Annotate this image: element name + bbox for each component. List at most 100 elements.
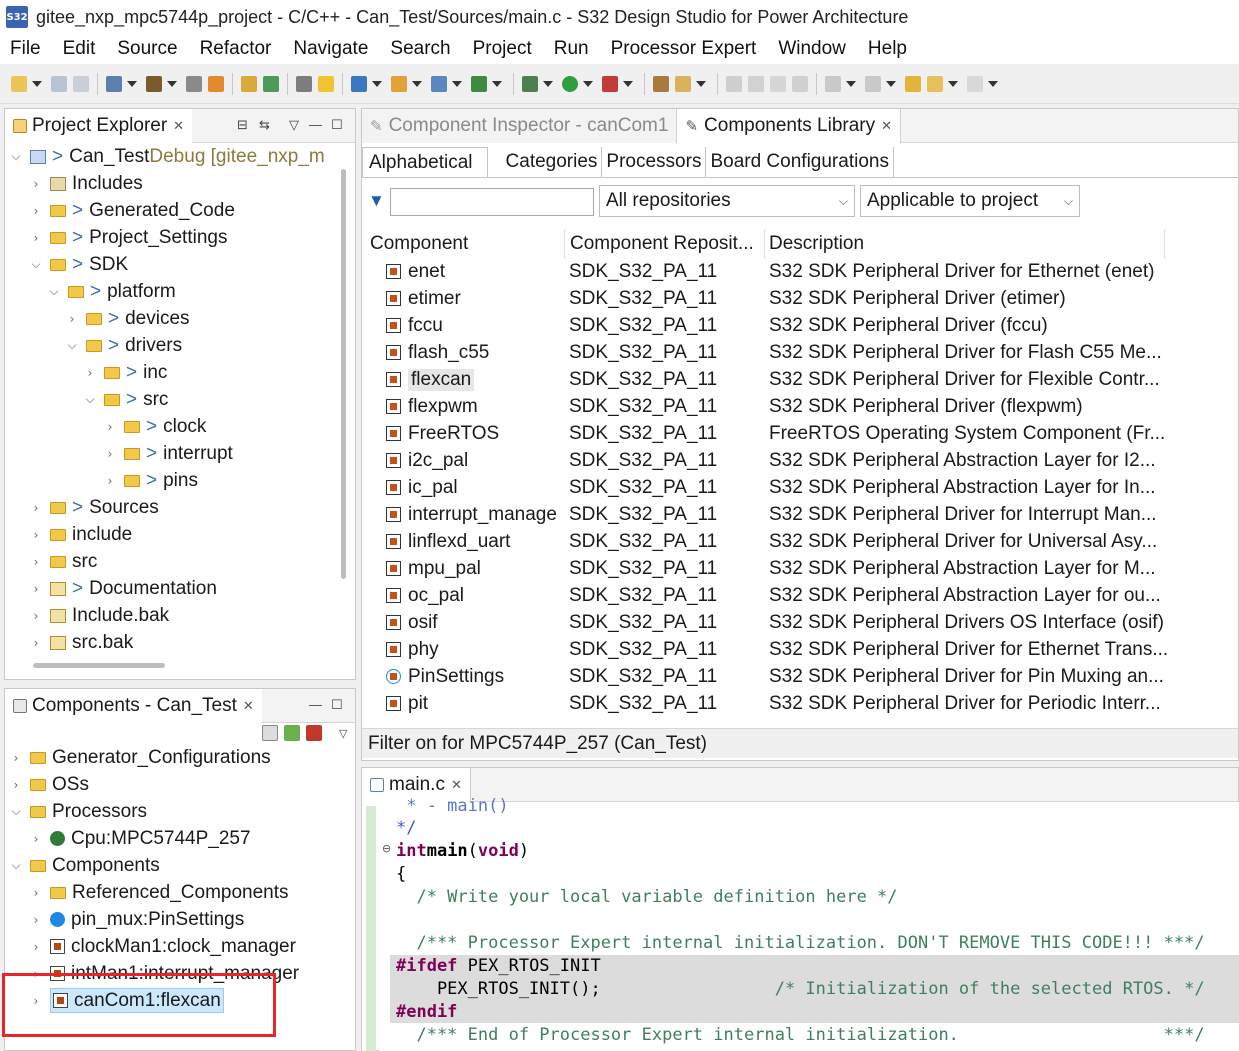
- export-icon[interactable]: [306, 725, 322, 741]
- lightning-icon[interactable]: [318, 75, 334, 92]
- menu-help[interactable]: Help: [868, 38, 907, 60]
- tree-item-src-drivers[interactable]: ⌵ > src: [84, 386, 168, 413]
- table-row[interactable]: fccu SDK_S32_PA_11 S32 SDK Peripheral Driv…: [366, 312, 1236, 339]
- chevron-right-icon[interactable]: ›: [104, 474, 116, 488]
- table-row[interactable]: osif SDK_S32_PA_11 S32 SDK Peripheral Driv…: [366, 609, 1236, 636]
- chevron-down-icon[interactable]: ⌵: [48, 284, 60, 299]
- tree-item-project-settings[interactable]: › > Project_Settings: [30, 224, 228, 251]
- maximize-icon[interactable]: ☐: [331, 117, 343, 133]
- menu-processor-expert[interactable]: Processor Expert: [611, 38, 757, 60]
- chevron-down-icon[interactable]: [988, 80, 998, 87]
- subtab-alphabetical[interactable]: Alphabetical: [362, 147, 488, 177]
- next-annotation-icon[interactable]: [825, 75, 841, 92]
- chevron-down-icon[interactable]: [492, 80, 502, 87]
- processor-expert-icon[interactable]: [653, 75, 669, 92]
- table-row[interactable]: i2c_pal SDK_S32_PA_11 S32 SDK Peripheral A…: [366, 447, 1236, 474]
- menu-run[interactable]: Run: [554, 38, 589, 60]
- table-row-selected[interactable]: flexcan SDK_S32_PA_11 S32 SDK Peripheral D…: [366, 366, 1236, 393]
- comp-item-processors[interactable]: ⌵ Processors: [10, 798, 147, 825]
- tree-item-sources[interactable]: › > Sources: [30, 494, 159, 521]
- new-folder-icon[interactable]: [391, 75, 407, 92]
- tree-item-includes[interactable]: › Includes: [30, 170, 143, 197]
- close-icon[interactable]: ✕: [881, 118, 892, 134]
- edit-icon[interactable]: [726, 75, 742, 92]
- debug-icon[interactable]: [522, 75, 538, 92]
- column-header-repository[interactable]: Component Reposit...: [570, 229, 765, 259]
- table-row[interactable]: enet SDK_S32_PA_11 S32 SDK Peripheral Driv…: [366, 258, 1236, 285]
- chevron-down-icon[interactable]: [846, 80, 856, 87]
- annotation-icon[interactable]: [748, 75, 764, 92]
- collapse-all-icon[interactable]: ⊟: [237, 117, 248, 133]
- chevron-down-icon[interactable]: [372, 80, 382, 87]
- chevron-right-icon[interactable]: ›: [30, 501, 42, 515]
- tree-item-inc[interactable]: › > inc: [84, 359, 168, 386]
- view-menu-icon[interactable]: ▽: [339, 727, 347, 740]
- chevron-down-icon[interactable]: [948, 80, 958, 87]
- column-header-description[interactable]: Description: [769, 229, 1165, 259]
- chevron-down-icon[interactable]: [543, 80, 553, 87]
- filter-input[interactable]: [390, 188, 594, 216]
- table-row[interactable]: pit SDK_S32_PA_11 S32 SDK Peripheral Drive…: [366, 690, 1236, 717]
- chevron-right-icon[interactable]: ›: [30, 528, 42, 542]
- tree-item-documentation[interactable]: › > Documentation: [30, 575, 217, 602]
- external-tools-icon[interactable]: [602, 75, 618, 92]
- table-row[interactable]: FreeRTOS SDK_S32_PA_11 FreeRTOS Operating …: [366, 420, 1236, 447]
- tab-project-explorer[interactable]: Project Explorer ✕: [5, 108, 193, 143]
- refresh-icon[interactable]: [471, 75, 487, 92]
- close-icon[interactable]: ✕: [451, 777, 462, 793]
- pen-icon[interactable]: [296, 75, 312, 92]
- tree-item-generated-code[interactable]: › > Generated_Code: [30, 197, 235, 224]
- horizontal-scrollbar[interactable]: [33, 663, 165, 668]
- chevron-right-icon[interactable]: ›: [30, 231, 42, 245]
- chevron-right-icon[interactable]: ›: [30, 609, 42, 623]
- generate-code-icon[interactable]: [675, 75, 691, 92]
- chevron-down-icon[interactable]: ⌵: [66, 338, 78, 353]
- open-element-icon[interactable]: [263, 75, 279, 92]
- paragraph-icon[interactable]: [792, 75, 808, 92]
- document-icon[interactable]: [770, 75, 786, 92]
- table-row[interactable]: flexpwm SDK_S32_PA_11 S32 SDK Peripheral D…: [366, 393, 1236, 420]
- subtab-board-configurations[interactable]: Board Configurations: [706, 147, 894, 177]
- tree-item-src[interactable]: › src: [30, 548, 98, 575]
- vertical-scrollbar[interactable]: [341, 169, 346, 579]
- table-row[interactable]: flash_c55 SDK_S32_PA_11 S32 SDK Peripheral…: [366, 339, 1236, 366]
- menu-search[interactable]: Search: [390, 38, 450, 60]
- tree-item-interrupt[interactable]: › > interrupt: [104, 440, 233, 467]
- comp-item-oss[interactable]: › OSs: [10, 771, 89, 798]
- subtab-categories[interactable]: Categories: [502, 147, 603, 177]
- chevron-right-icon[interactable]: ›: [30, 204, 42, 218]
- tree-item-pins[interactable]: › > pins: [104, 467, 198, 494]
- chevron-down-icon[interactable]: [127, 80, 137, 87]
- chevron-down-icon[interactable]: [452, 80, 462, 87]
- chevron-right-icon[interactable]: ›: [30, 913, 42, 927]
- table-row[interactable]: oc_pal SDK_S32_PA_11 S32 SDK Peripheral Ab…: [366, 582, 1236, 609]
- chevron-down-icon[interactable]: [32, 80, 42, 87]
- view-menu-icon[interactable]: ▽: [289, 117, 299, 133]
- chevron-down-icon[interactable]: [696, 80, 706, 87]
- new-file-icon[interactable]: [431, 75, 447, 92]
- table-row[interactable]: mpu_pal SDK_S32_PA_11 S32 SDK Peripheral A…: [366, 555, 1236, 582]
- chevron-down-icon[interactable]: ⌵: [30, 257, 42, 272]
- chevron-right-icon[interactable]: ›: [10, 751, 22, 765]
- collapse-icon[interactable]: [262, 725, 278, 741]
- tree-item-devices[interactable]: › > devices: [66, 305, 190, 332]
- build-all-icon[interactable]: [186, 75, 202, 92]
- chevron-right-icon[interactable]: ›: [30, 177, 42, 191]
- menu-file[interactable]: File: [10, 38, 41, 60]
- menu-window[interactable]: Window: [778, 38, 846, 60]
- column-header-component[interactable]: Component: [370, 229, 565, 259]
- chevron-right-icon[interactable]: ›: [104, 420, 116, 434]
- chevron-right-icon[interactable]: ›: [30, 555, 42, 569]
- tab-component-inspector[interactable]: ✎ Component Inspector - canCom1: [362, 108, 677, 143]
- chevron-down-icon[interactable]: [623, 80, 633, 87]
- chevron-right-icon[interactable]: ›: [30, 636, 42, 650]
- tree-item-sdk[interactable]: ⌵ > SDK: [30, 251, 128, 278]
- table-row[interactable]: PinSettings SDK_S32_PA_11 S32 SDK Peripher…: [366, 663, 1236, 690]
- chevron-right-icon[interactable]: ›: [30, 582, 42, 596]
- comp-item-pin-mux[interactable]: › pin_mux:PinSettings: [30, 906, 245, 933]
- close-icon[interactable]: ✕: [243, 698, 254, 714]
- fold-icon[interactable]: ⊖: [382, 842, 391, 855]
- chevron-down-icon[interactable]: ⌵: [10, 804, 22, 819]
- tree-item-include[interactable]: › include: [30, 521, 133, 548]
- hammer-icon[interactable]: [146, 75, 162, 92]
